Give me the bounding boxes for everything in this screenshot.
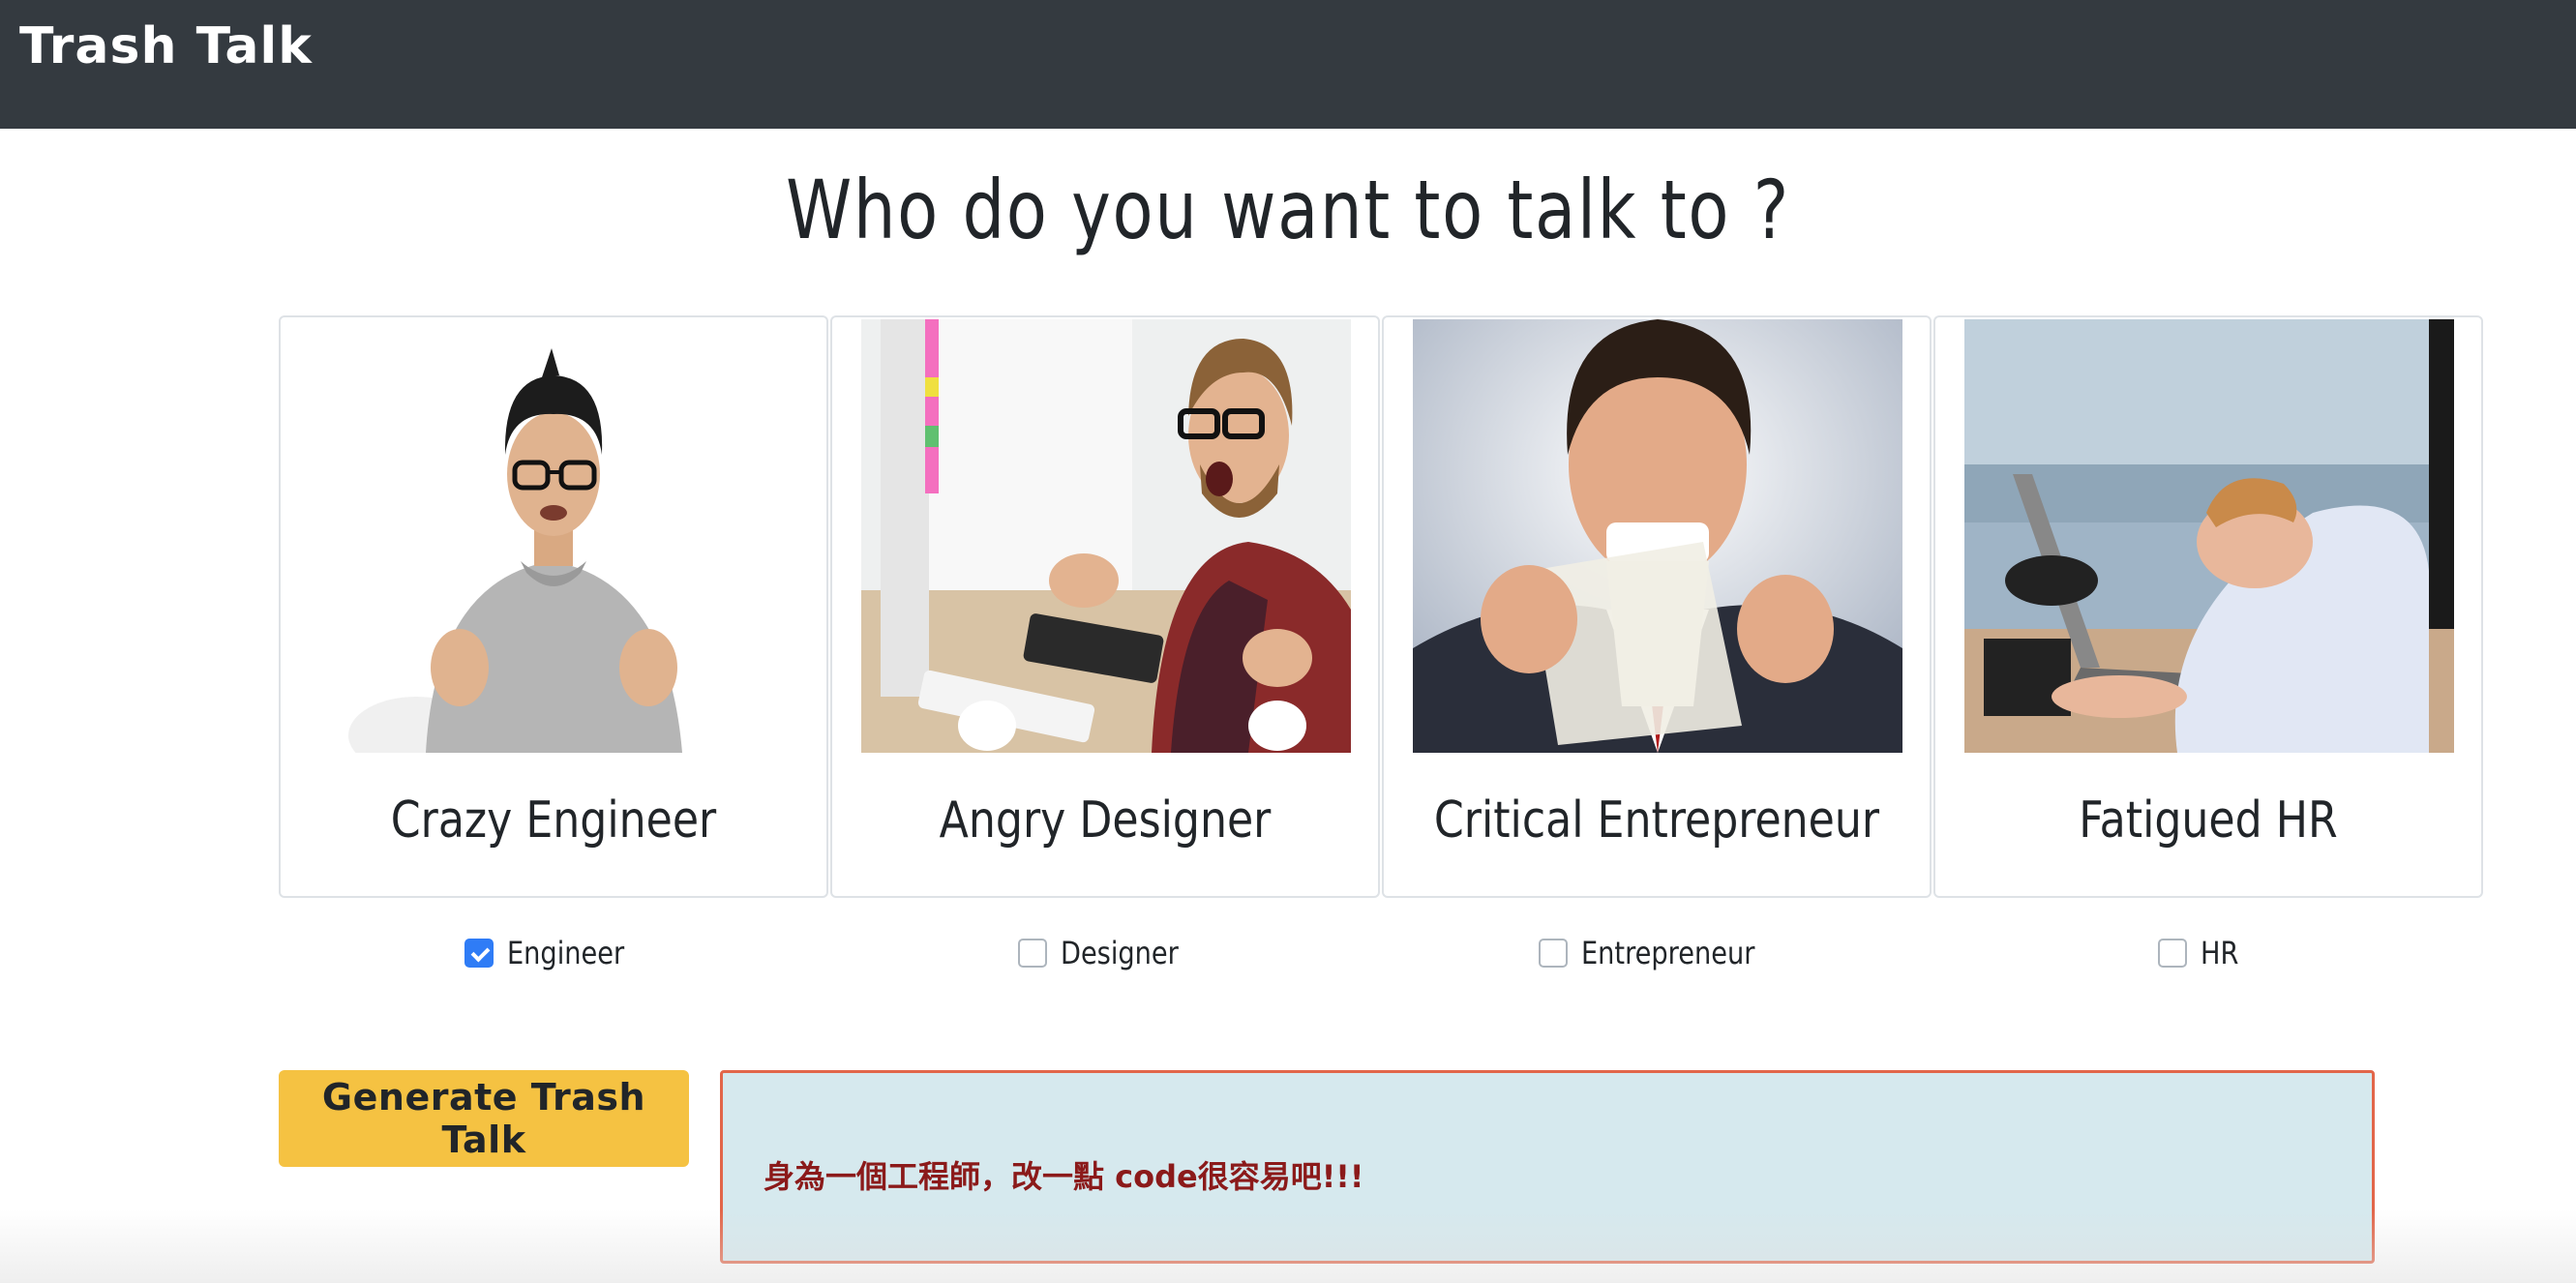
checkbox-designer[interactable] <box>1018 939 1047 968</box>
card-engineer: Crazy Engineer <box>279 315 828 898</box>
checkbox-hr[interactable] <box>2158 939 2187 968</box>
card-title: Angry Designer <box>939 791 1272 850</box>
brand-title[interactable]: Trash Talk <box>19 17 313 75</box>
option-designer[interactable]: Designer <box>1018 929 1199 977</box>
option-label: HR <box>2201 935 2239 971</box>
character-cards: Crazy Engineer Angry Designer Critical E… <box>279 315 2485 900</box>
card-entrepreneur: Critical Entrepreneur <box>1382 315 1932 898</box>
navbar: Trash Talk <box>0 0 2576 129</box>
engineer-photo <box>310 319 799 753</box>
designer-photo <box>861 319 1351 753</box>
card-hr: Fatigued HR <box>1933 315 2483 898</box>
checkbox-engineer[interactable] <box>464 939 494 968</box>
generate-trash-talk-button[interactable]: Generate Trash Talk <box>279 1070 689 1167</box>
role-options: Engineer Designer Entrepreneur HR <box>279 929 2485 977</box>
option-label: Designer <box>1061 935 1179 971</box>
card-title: Fatigued HR <box>2079 791 2338 850</box>
option-hr[interactable]: HR <box>2158 929 2245 977</box>
card-designer: Angry Designer <box>830 315 1380 898</box>
checkbox-entrepreneur[interactable] <box>1539 939 1568 968</box>
entrepreneur-photo <box>1413 319 1902 753</box>
option-label: Engineer <box>507 935 625 971</box>
page-heading: Who do you want to talk to ? <box>786 163 1790 257</box>
hr-photo <box>1964 319 2454 753</box>
option-engineer[interactable]: Engineer <box>464 929 645 977</box>
trash-talk-result: 身為一個工程師，改一點 code很容易吧!!! <box>720 1070 2375 1264</box>
card-title: Crazy Engineer <box>390 791 717 850</box>
option-entrepreneur[interactable]: Entrepreneur <box>1539 929 1785 977</box>
result-text: 身為一個工程師，改一點 code很容易吧!!! <box>764 1158 1364 1195</box>
card-title: Critical Entrepreneur <box>1433 791 1880 850</box>
option-label: Entrepreneur <box>1581 935 1755 971</box>
